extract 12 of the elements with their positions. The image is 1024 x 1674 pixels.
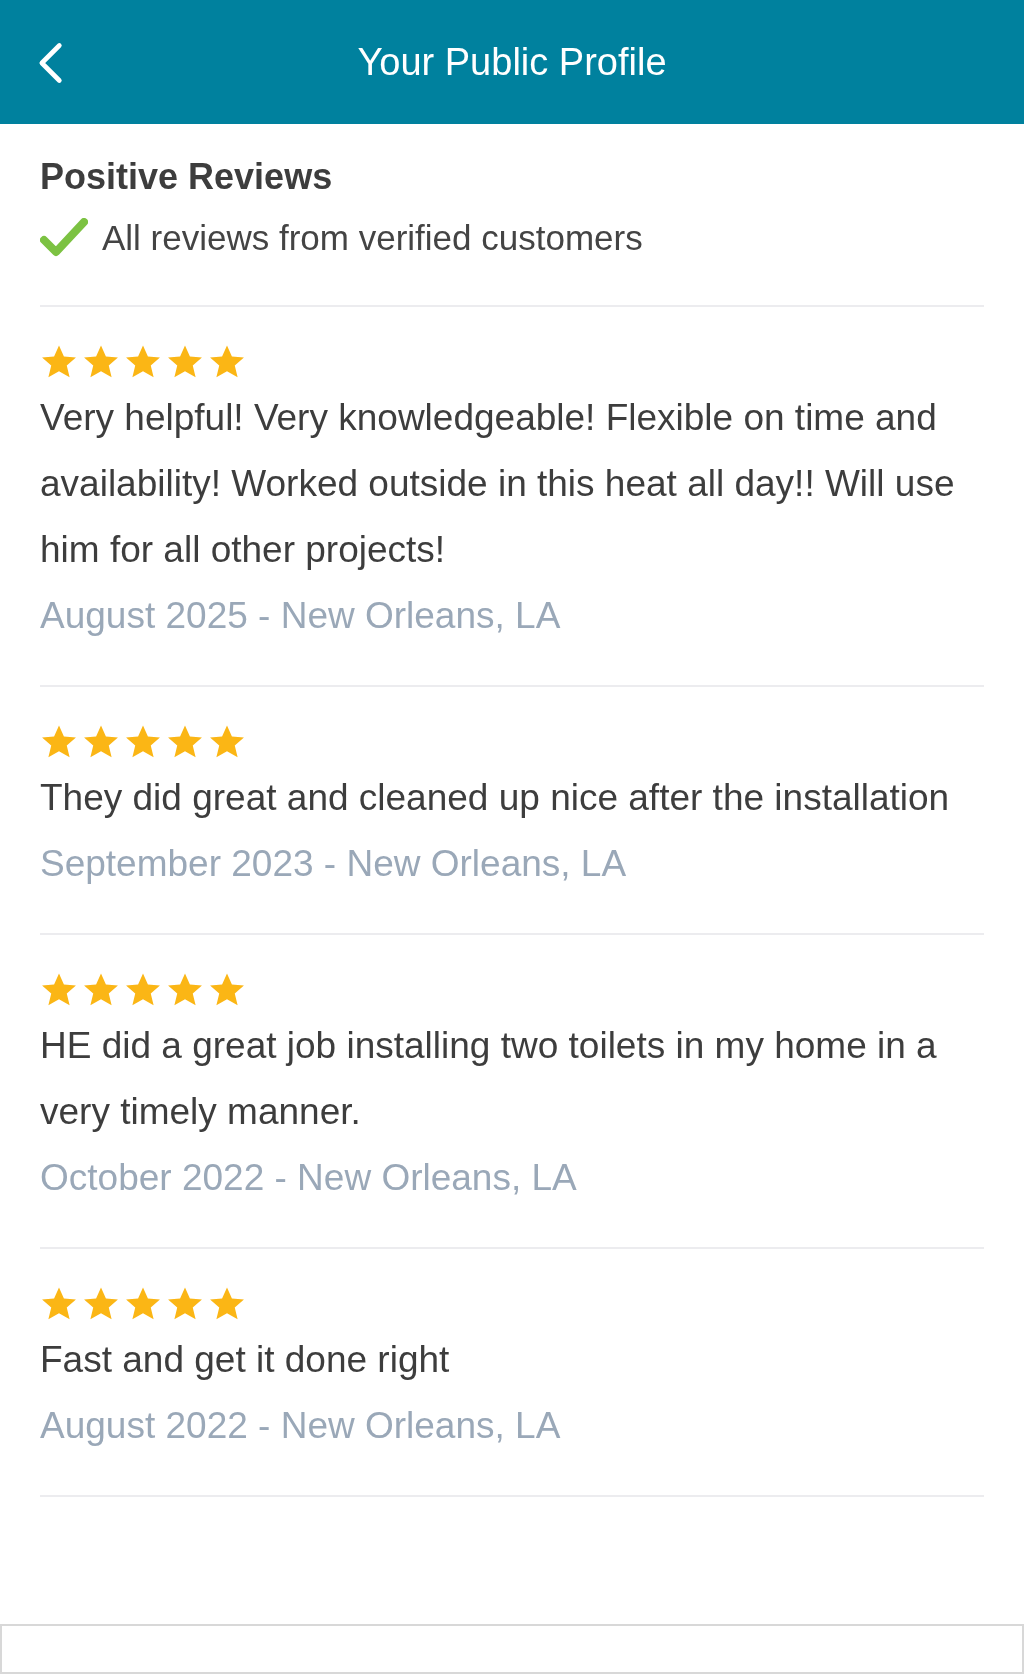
- review-text: Fast and get it done right: [40, 1337, 451, 1382]
- review-text: Very helpful! Very knowledgeable! Flexible on time and availability! Worked outside in this heat all day!! Will use him for all other projects!: [40, 395, 956, 572]
- review-meta: October 2022 - New Orleans, LA: [40, 1155, 578, 1200]
- section-title: Positive Reviews: [40, 155, 334, 199]
- check-icon: [40, 218, 88, 259]
- review-meta: August 2025 - New Orleans, LA: [40, 593, 562, 638]
- page-title: Your Public Profile: [357, 39, 667, 85]
- review-meta: August 2022 - New Orleans, LA: [40, 1403, 562, 1448]
- review-text: HE did a great job installing two toilets in my home in a very timely manner.: [40, 1023, 938, 1134]
- verified-note: All reviews from verified customers: [102, 217, 643, 259]
- review-meta: September 2023 - New Orleans, LA: [40, 841, 628, 886]
- review-text: They did great and cleaned up nice after the installation: [40, 775, 951, 820]
